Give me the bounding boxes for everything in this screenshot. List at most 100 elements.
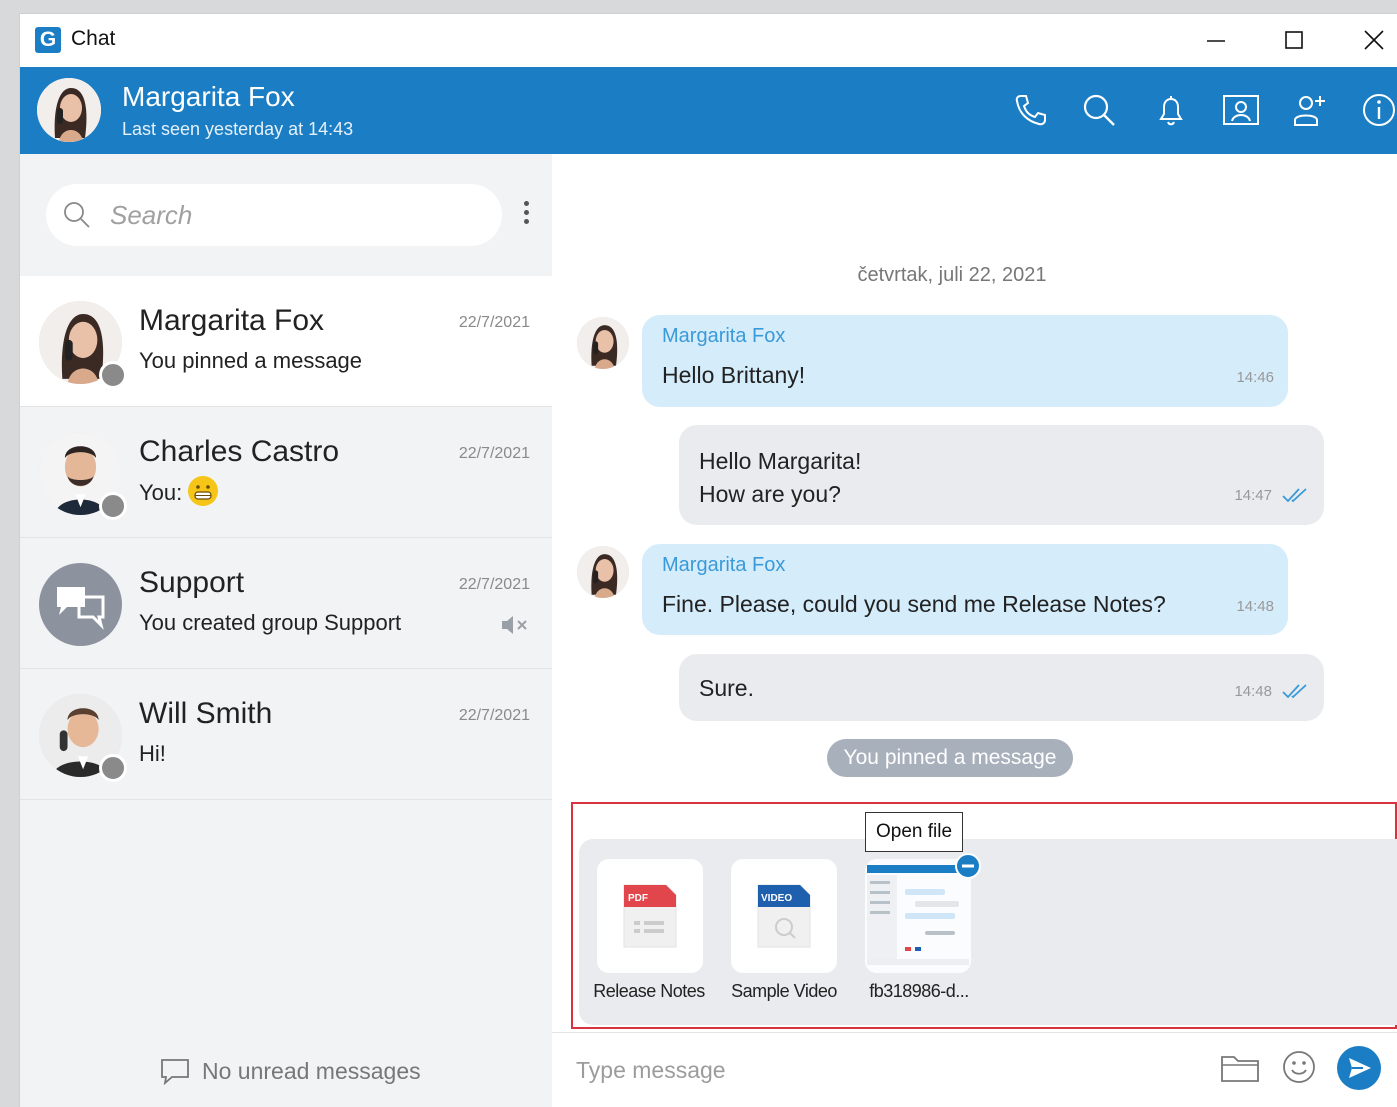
search-conversation-button[interactable] — [1078, 89, 1120, 131]
conversation-item[interactable]: Support 22/7/2021 You created group Supp… — [20, 538, 552, 669]
message-icon — [161, 1059, 189, 1085]
maximize-button[interactable] — [1274, 22, 1314, 58]
incoming-message[interactable]: Margarita Fox Fine. Please, could you se… — [642, 544, 1288, 635]
conversation-date: 22/7/2021 — [458, 576, 530, 593]
search-icon — [1083, 94, 1115, 126]
minus-icon — [962, 864, 974, 868]
contact-card-button[interactable] — [1220, 89, 1262, 131]
message-input[interactable] — [574, 1049, 1178, 1091]
attachment-label: fb318986-d... — [869, 981, 969, 1001]
minimize-icon — [1207, 40, 1225, 42]
pdf-badge: PDF — [628, 893, 648, 904]
attachments-highlight: PDF Release Notes VIDEO Sample Video fb3… — [571, 802, 1397, 1029]
message-panel: četvrtak, juli 22, 2021 Margarita Fox He… — [552, 154, 1397, 1107]
conversation-name: Charles Castro — [139, 435, 340, 468]
muted-speaker-icon — [502, 616, 527, 634]
attachment-sample-video[interactable]: VIDEO — [731, 859, 837, 973]
message-sender: Margarita Fox — [662, 554, 786, 576]
message-text: Fine. Please, could you send me Release … — [662, 591, 1166, 617]
call-button[interactable] — [1009, 89, 1051, 131]
outgoing-message[interactable]: Sure. 14:48 — [679, 654, 1324, 721]
more-options-button[interactable] — [520, 201, 532, 231]
sender-avatar — [577, 317, 629, 369]
message-time: 14:48 — [1236, 598, 1274, 615]
conversation-item[interactable]: Charles Castro 22/7/2021 You: — [20, 407, 552, 538]
message-text: Hello Margarita! How are you? — [699, 448, 862, 507]
message-time: 14:47 — [1234, 487, 1272, 504]
pinned-notice[interactable]: You pinned a message — [827, 739, 1073, 777]
add-participant-button[interactable] — [1288, 89, 1330, 131]
conversation-item[interactable]: Will Smith 22/7/2021 Hi! — [20, 669, 552, 800]
no-unread-status: No unread messages — [160, 1057, 421, 1085]
last-seen-status: Last seen yesterday at 14:43 — [122, 119, 354, 139]
conversation-preview: You created group Support — [139, 610, 402, 635]
attachment-screenshot[interactable] — [865, 859, 971, 973]
attachment-release-notes[interactable]: PDF — [597, 859, 703, 973]
app-logo-icon: G — [35, 27, 61, 53]
pdf-file-icon: PDF — [623, 884, 677, 948]
read-receipt-icon — [1282, 488, 1307, 503]
woman-portrait-icon — [37, 78, 101, 142]
conversation-date: 22/7/2021 — [458, 314, 530, 331]
bell-icon — [1159, 96, 1183, 126]
woman-portrait-icon — [577, 317, 629, 369]
attachments-tray: PDF Release Notes VIDEO Sample Video fb3… — [579, 839, 1397, 1025]
presence-indicator — [99, 492, 127, 520]
message-time: 14:48 — [1234, 683, 1272, 700]
conversation-list-panel: Margarita Fox 22/7/2021 You pinned a mes… — [20, 154, 552, 1107]
notifications-button[interactable] — [1150, 89, 1192, 131]
add-user-icon — [1294, 96, 1325, 126]
conversation-name: Support — [139, 566, 245, 599]
incoming-message[interactable]: Margarita Fox Hello Brittany! 14:46 — [642, 315, 1288, 407]
message-text: Sure. — [699, 675, 754, 701]
remove-attachment-button[interactable] — [955, 853, 981, 879]
maximize-icon — [1285, 31, 1303, 49]
video-badge: VIDEO — [761, 893, 792, 904]
search-input[interactable] — [108, 194, 492, 236]
close-icon — [1364, 30, 1384, 50]
read-receipt-icon — [1282, 684, 1307, 699]
title-bar: G Chat — [20, 14, 1397, 67]
info-button[interactable] — [1358, 89, 1397, 131]
image-thumbnail-icon — [865, 859, 971, 973]
sender-avatar — [577, 546, 629, 598]
attach-folder-icon[interactable] — [1219, 1049, 1261, 1085]
group-avatar — [39, 563, 122, 646]
message-sender: Margarita Fox — [662, 325, 786, 347]
attachment-label: Sample Video — [731, 981, 837, 1001]
contact-avatar[interactable] — [37, 78, 101, 142]
info-icon — [1363, 94, 1395, 126]
phone-icon — [1015, 95, 1046, 126]
conversation-preview: Hi! — [139, 741, 166, 766]
conversation-header: Margarita Fox Last seen yesterday at 14:… — [20, 67, 1397, 154]
message-text: Hello Brittany! — [662, 362, 806, 388]
close-button[interactable] — [1354, 22, 1394, 58]
conversation-date: 22/7/2021 — [458, 707, 530, 724]
search-box[interactable] — [46, 184, 502, 246]
conversation-preview: You pinned a message — [139, 348, 363, 373]
presence-indicator — [99, 361, 127, 389]
emoji-icon[interactable] — [1281, 1049, 1317, 1085]
send-icon[interactable] — [1337, 1046, 1381, 1090]
conversation-date: 22/7/2021 — [458, 445, 530, 462]
attachment-label: Release Notes — [593, 981, 705, 1001]
chat-window: G Chat Margarita Fox Last seen yesterday… — [20, 14, 1397, 1107]
search-icon — [64, 202, 90, 228]
message-time: 14:46 — [1236, 369, 1274, 386]
open-file-tooltip: Open file — [865, 812, 963, 852]
video-file-icon: VIDEO — [757, 884, 811, 948]
preview-text: You: — [139, 479, 183, 505]
grinning-emoji-icon — [188, 476, 219, 506]
date-separator: četvrtak, juli 22, 2021 — [857, 264, 1047, 286]
contact-name: Margarita Fox — [122, 81, 295, 112]
outgoing-message[interactable]: Hello Margarita! How are you? 14:47 — [679, 425, 1324, 525]
contact-card-icon — [1223, 95, 1259, 125]
no-unread-text: No unread messages — [202, 1057, 421, 1084]
conversation-name: Margarita Fox — [139, 304, 325, 337]
chat-bubbles-icon — [57, 587, 105, 630]
presence-indicator — [99, 754, 127, 782]
minimize-button[interactable] — [1196, 22, 1236, 58]
window-title: Chat — [71, 27, 116, 50]
conversation-preview: You: — [139, 476, 219, 509]
conversation-item[interactable]: Margarita Fox 22/7/2021 You pinned a mes… — [20, 276, 552, 407]
